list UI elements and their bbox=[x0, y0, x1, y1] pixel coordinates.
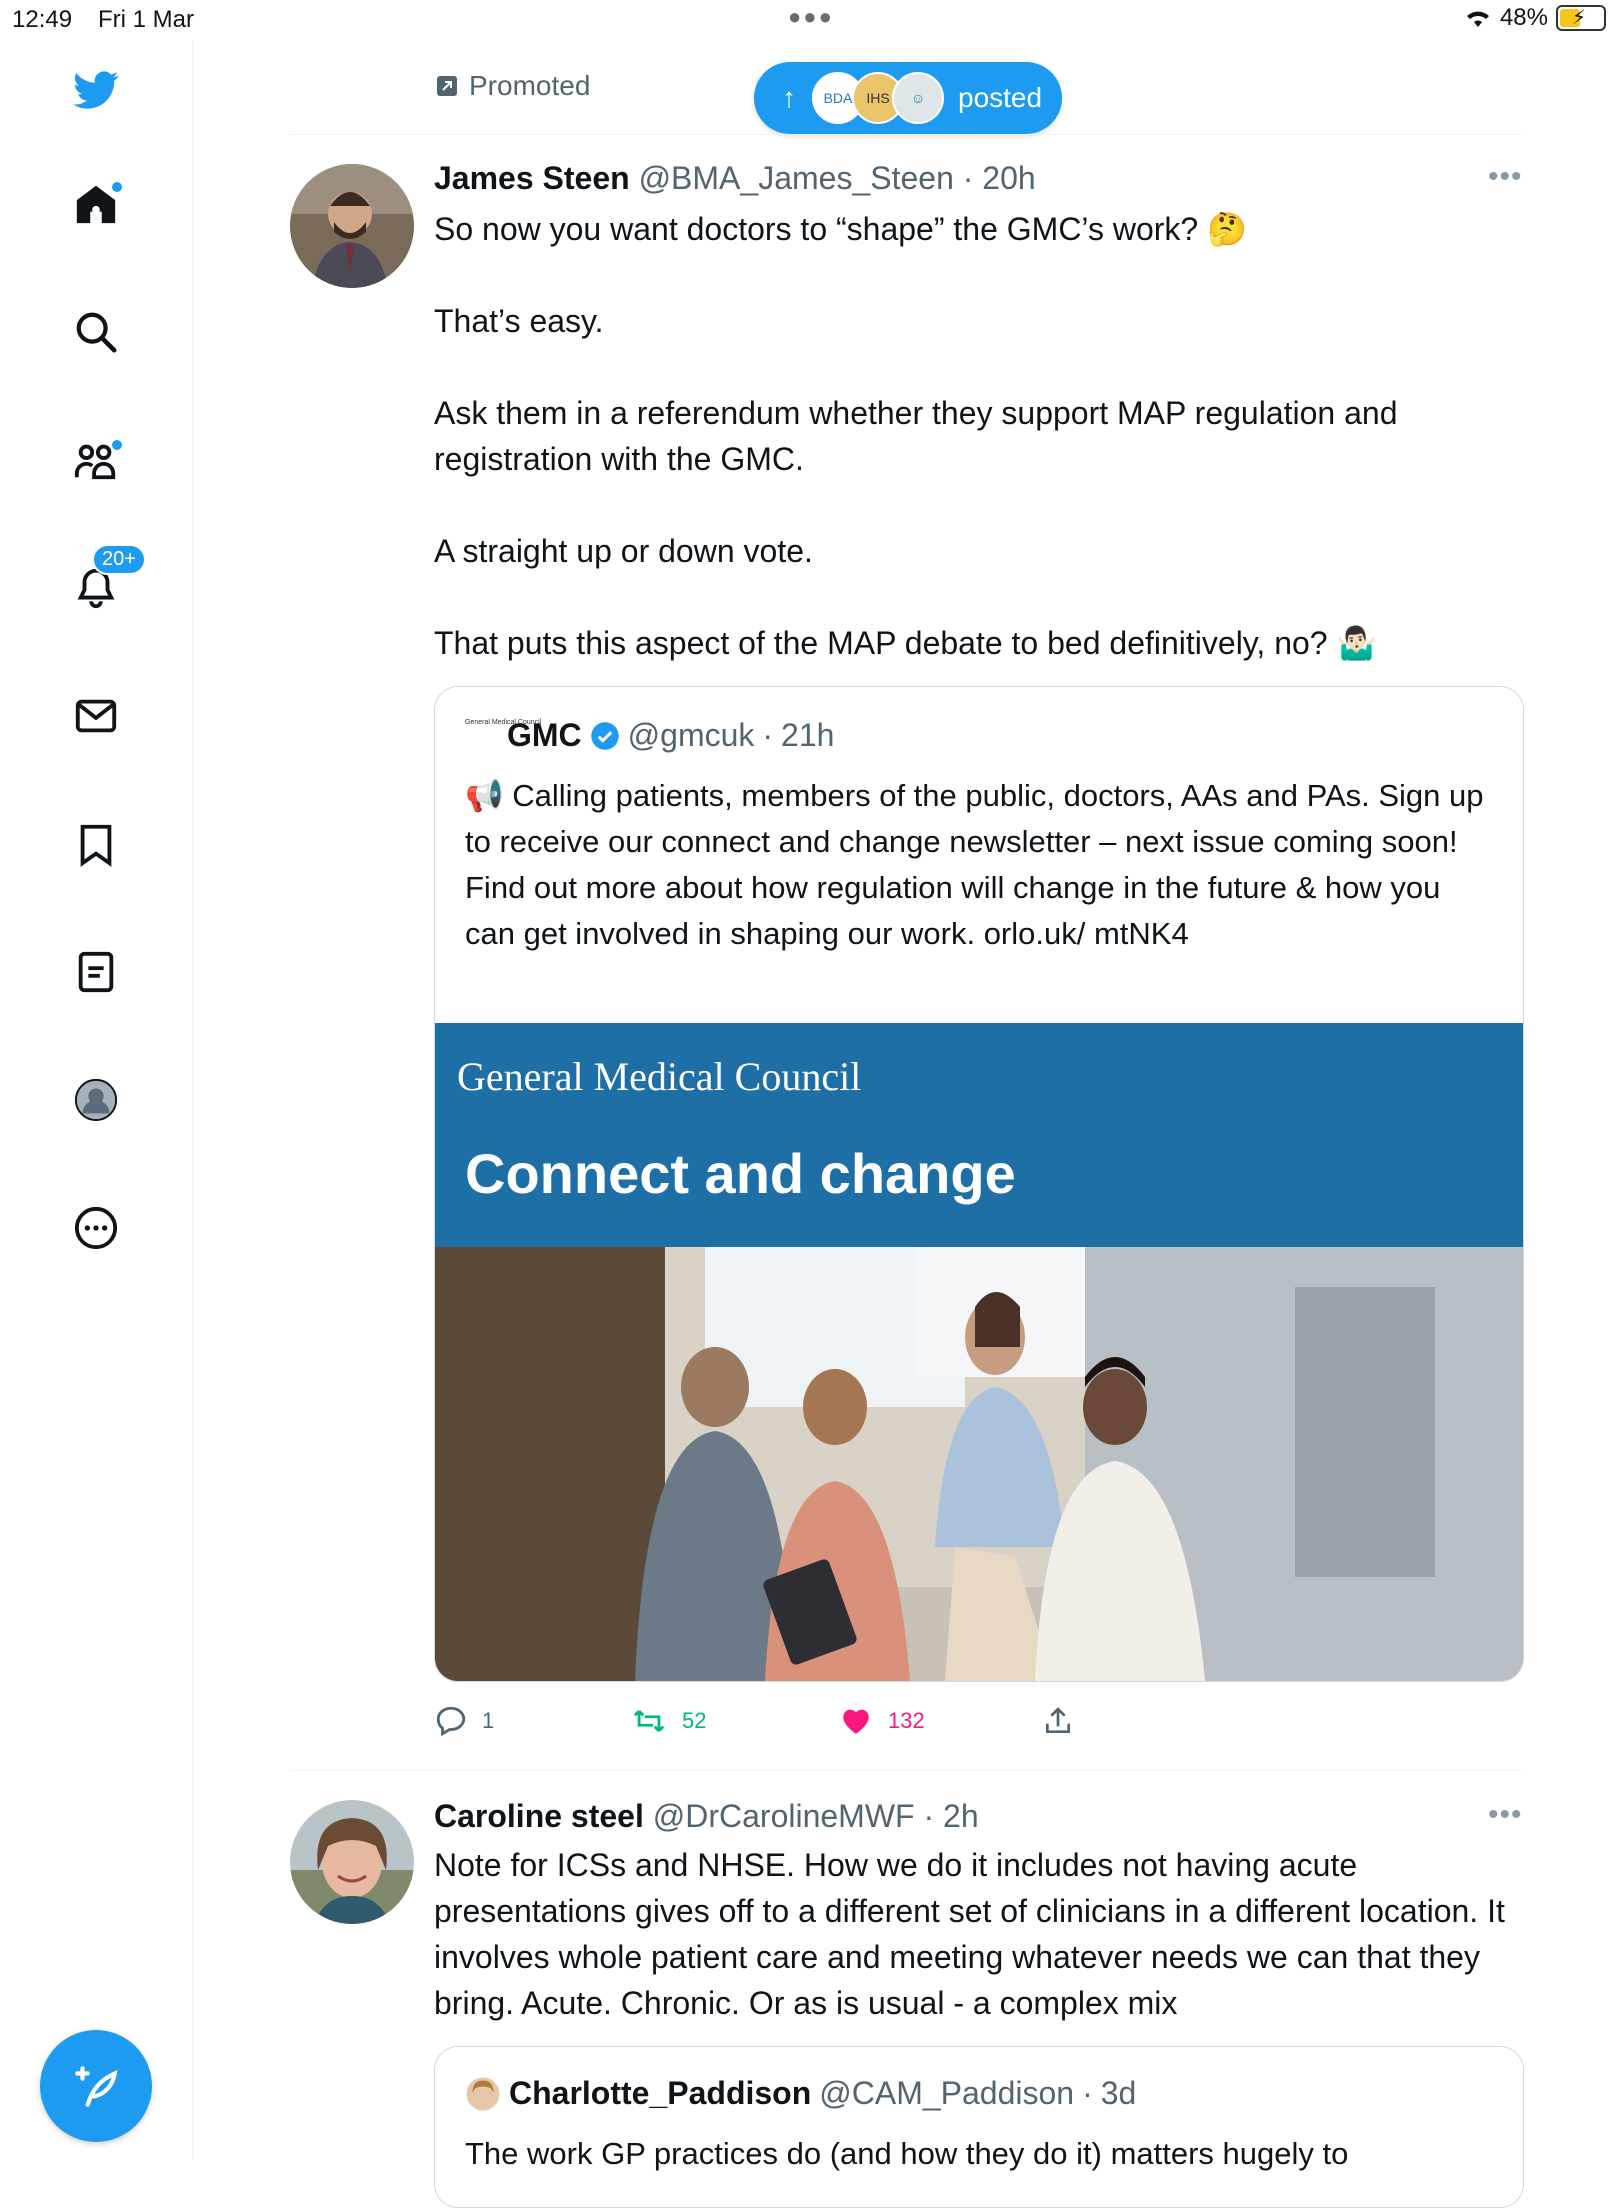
profile-avatar-icon[interactable] bbox=[70, 1074, 122, 1126]
quoted-tweet-header: General Medical Council GMC @gmcuk · 21h bbox=[465, 717, 835, 753]
compose-feather-icon bbox=[75, 2066, 118, 2107]
notifications-bell-icon[interactable]: 20+ bbox=[70, 544, 146, 614]
charlotte-avatar bbox=[466, 2077, 500, 2110]
bookmarks-icon[interactable] bbox=[70, 818, 122, 870]
tweet-line: That’s easy. bbox=[434, 303, 604, 339]
tweet-header: Caroline steel @DrCarolineMWF · 2h bbox=[434, 1798, 979, 1834]
gmc-banner[interactable]: General Medical Council Connect and chan… bbox=[435, 1023, 1523, 1247]
new-posts-pill[interactable]: ↑ BDA IHS ☺ posted bbox=[754, 62, 1062, 134]
share-button[interactable] bbox=[1042, 1704, 1074, 1738]
tweet-line: Ask them in a referendum whether they su… bbox=[434, 395, 1398, 477]
twitter-logo-icon[interactable] bbox=[70, 64, 122, 116]
sidebar: 20+ bbox=[0, 40, 193, 2160]
home-unread-dot bbox=[112, 182, 122, 192]
reply-button[interactable]: 1 bbox=[434, 1704, 494, 1738]
quoted-tweet-time: 3d bbox=[1100, 2075, 1137, 2111]
more-dots-icon[interactable]: ••• bbox=[1488, 1798, 1523, 1832]
retweet-icon bbox=[633, 1710, 665, 1732]
quoted-author-handle: @gmcuk bbox=[627, 717, 755, 753]
banner-org-name: General Medical Council bbox=[457, 1054, 862, 1099]
wifi-icon bbox=[1466, 11, 1489, 27]
quoted-tweet-text: 📢 Calling patients, members of the publi… bbox=[465, 778, 1484, 951]
author-handle[interactable]: @BMA_James_Steen bbox=[639, 160, 954, 196]
tweet-line: So now you want doctors to “shape” the G… bbox=[434, 211, 1247, 247]
battery-icon: ⚡ bbox=[1556, 5, 1606, 31]
tweet-line: That puts this aspect of the MAP debate … bbox=[434, 625, 1377, 661]
divider bbox=[290, 134, 1522, 135]
quoted-tweet-header: Charlotte_Paddison @CAM_Paddison · 3d bbox=[465, 2075, 1136, 2112]
quoted-author-name: GMC bbox=[507, 717, 582, 753]
consultation-photo[interactable] bbox=[435, 1247, 1523, 1681]
james-steen-avatar[interactable] bbox=[290, 164, 414, 288]
quoted-tweet[interactable]: General Medical Council GMC @gmcuk · 21h 📢… bbox=[434, 686, 1524, 1682]
quoted-tweet-text: The work GP practices do (and how they d… bbox=[465, 2136, 1349, 2171]
verified-badge-icon bbox=[590, 721, 619, 750]
banner-headline: Connect and change bbox=[465, 1142, 1016, 1205]
tweet-body: Note for ICSs and NHSE. How we do it inc… bbox=[434, 1847, 1505, 2021]
divider bbox=[290, 1770, 1522, 1771]
status-time: 12:49 bbox=[12, 6, 73, 33]
search-icon[interactable] bbox=[70, 306, 122, 358]
promoted-arrow-icon bbox=[437, 76, 457, 96]
tweet-time[interactable]: 20h bbox=[982, 160, 1035, 196]
share-icon bbox=[1046, 1707, 1070, 1733]
status-date: Fri 1 Mar bbox=[98, 6, 194, 33]
caroline-steel-avatar[interactable] bbox=[290, 1800, 414, 1924]
author-handle[interactable]: @DrCarolineMWF bbox=[653, 1798, 915, 1834]
quoted-tweet[interactable]: Charlotte_Paddison @CAM_Paddison · 3d The … bbox=[434, 2046, 1524, 2208]
posted-label: posted bbox=[958, 82, 1043, 113]
reply-bubble-icon bbox=[436, 1706, 466, 1737]
tweet-time[interactable]: 2h bbox=[943, 1798, 979, 1834]
battery-percent: 48% bbox=[1499, 4, 1548, 31]
promoted-text: Promoted bbox=[469, 70, 591, 101]
home-icon[interactable] bbox=[70, 178, 122, 230]
reply-count: 1 bbox=[482, 1708, 495, 1733]
communities-unread-dot bbox=[112, 440, 122, 450]
tweet-body: So now you want doctors to “shape” the G… bbox=[434, 206, 1524, 712]
multitask-dots-icon[interactable]: ●●● bbox=[788, 4, 834, 30]
tweet-header: James Steen @BMA_James_Steen · 20h bbox=[434, 160, 1036, 196]
communities-icon[interactable] bbox=[70, 434, 122, 486]
heart-filled-icon bbox=[843, 1709, 869, 1734]
lists-icon[interactable] bbox=[70, 946, 122, 998]
author-name[interactable]: Caroline steel bbox=[434, 1798, 644, 1834]
pill-avatar-doctor: ☺ bbox=[892, 72, 944, 124]
compose-tweet-button[interactable] bbox=[40, 2030, 152, 2142]
retweet-count: 52 bbox=[682, 1708, 707, 1733]
status-bar: 12:49 Fri 1 Mar ●●● 48% ⚡ bbox=[0, 0, 1620, 40]
like-button[interactable]: 132 bbox=[838, 1704, 925, 1738]
messages-envelope-icon[interactable] bbox=[70, 690, 122, 742]
tweet-line: A straight up or down vote. bbox=[434, 533, 813, 569]
author-name[interactable]: James Steen bbox=[434, 160, 630, 196]
more-options-icon[interactable] bbox=[70, 1202, 122, 1254]
notifications-badge: 20+ bbox=[92, 544, 146, 575]
quoted-author-handle: @CAM_Paddison bbox=[819, 2075, 1075, 2111]
gmc-avatar: General Medical Council bbox=[465, 718, 542, 726]
more-dots-icon[interactable]: ••• bbox=[1488, 160, 1523, 194]
arrow-up-icon: ↑ bbox=[782, 82, 796, 113]
quoted-tweet-time: 21h bbox=[781, 717, 835, 753]
promoted-label: Promoted bbox=[435, 70, 590, 102]
like-count: 132 bbox=[888, 1708, 925, 1733]
retweet-button[interactable]: 52 bbox=[630, 1704, 706, 1738]
quoted-author-name: Charlotte_Paddison bbox=[509, 2075, 812, 2111]
status-right: 48% ⚡ bbox=[1464, 4, 1606, 32]
